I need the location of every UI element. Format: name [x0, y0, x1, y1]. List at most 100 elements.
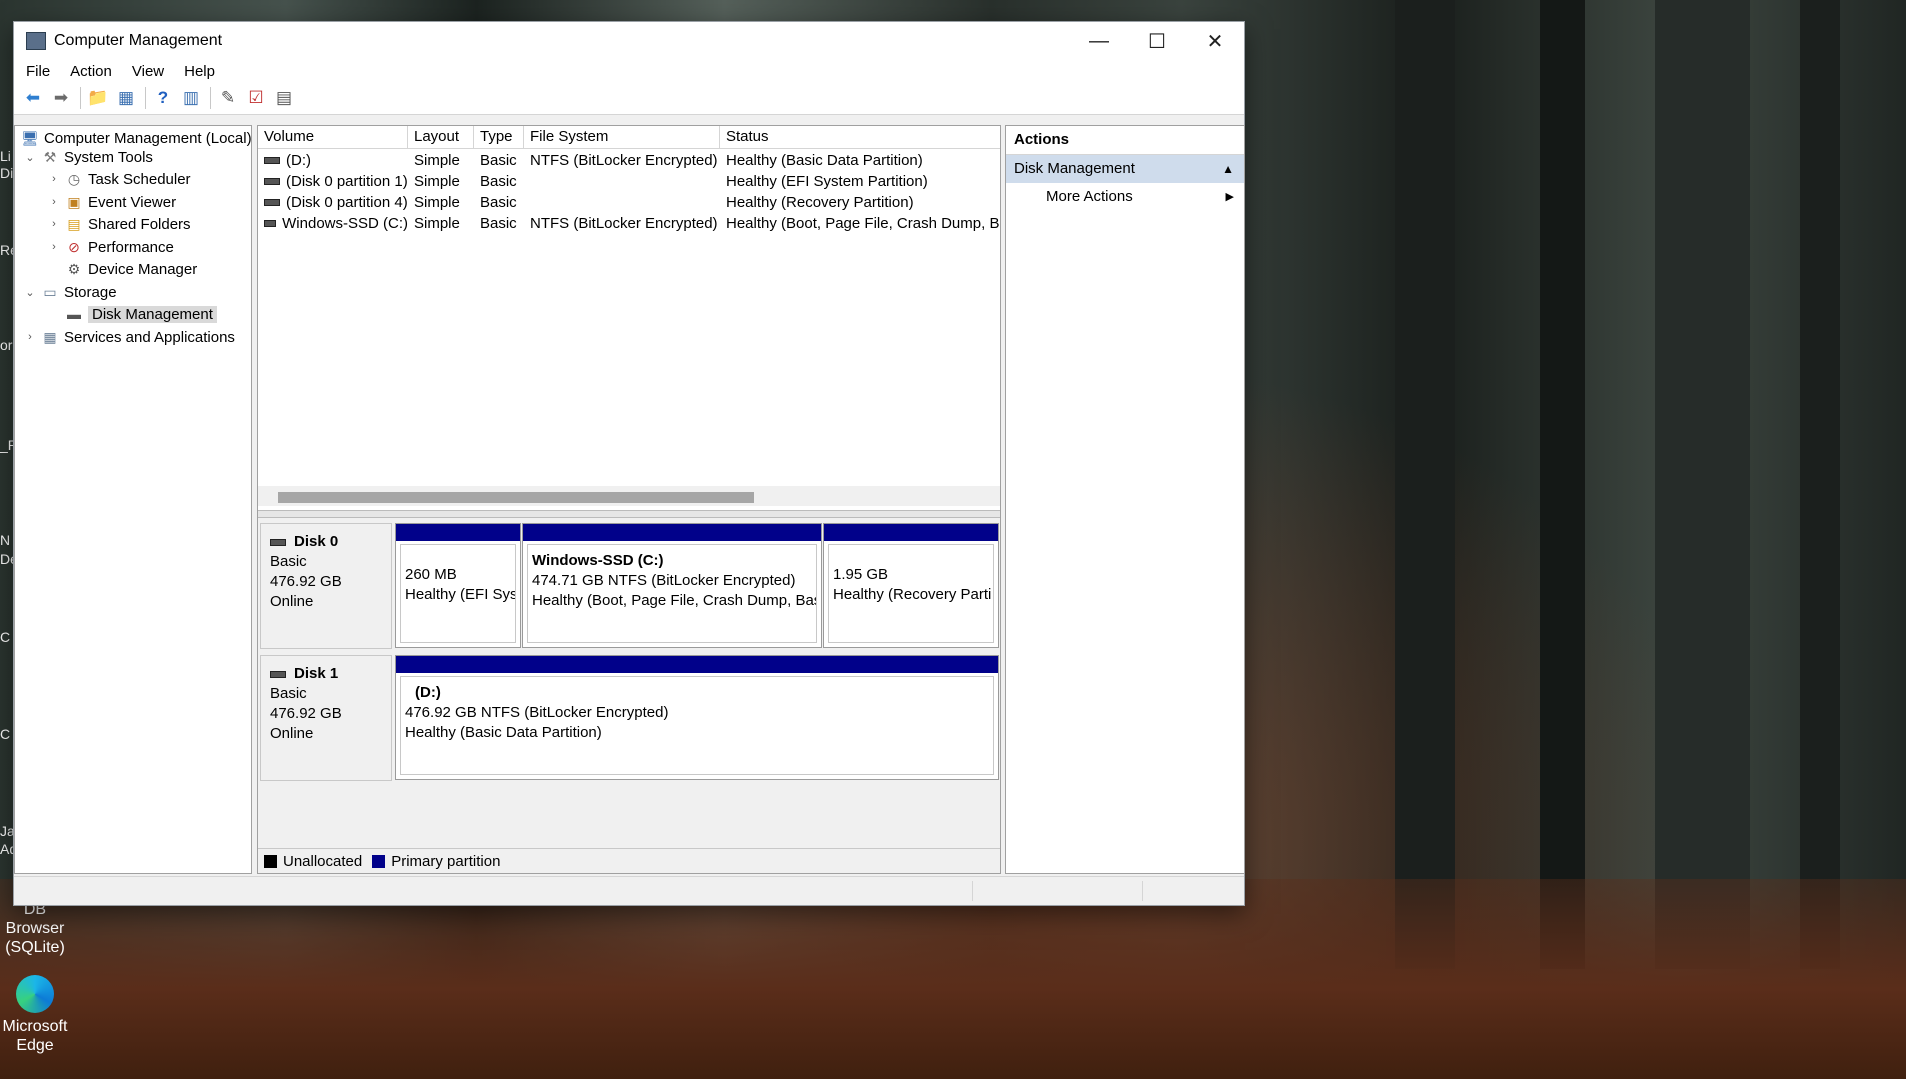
show-hide-action-pane-button[interactable]: ▥	[178, 86, 204, 110]
partition-status: Healthy (Recovery Parti	[833, 586, 992, 603]
services-icon: ▦	[43, 328, 57, 345]
disk-0-label[interactable]: Disk 0 Basic 476.92 GB Online	[260, 523, 392, 649]
menu-bar: File Action View Help	[14, 60, 1244, 82]
actions-header: Actions	[1006, 126, 1244, 155]
table-row[interactable]: (Disk 0 partition 1) Simple Basic Health…	[258, 171, 1000, 192]
back-button[interactable]: ⬅	[20, 86, 46, 110]
tree-item-shared-folders[interactable]: › ▤ Shared Folders	[47, 213, 190, 235]
disk-icon	[270, 538, 286, 546]
device-manager-icon: ⚙	[67, 260, 81, 277]
drive-icon	[264, 178, 280, 185]
partition-d-drive[interactable]: (D:) 476.92 GB NTFS (BitLocker Encrypted…	[395, 655, 999, 780]
tree-item-device-manager[interactable]: ⚙ Device Manager	[47, 258, 198, 280]
desktop-edge-text: Di	[0, 165, 14, 181]
tree-item-event-viewer[interactable]: › ▣ Event Viewer	[47, 191, 176, 213]
disk-title: Disk 0	[294, 533, 339, 550]
table-cell-type: Basic	[480, 194, 517, 211]
horizontal-scrollbar[interactable]	[258, 486, 1000, 506]
table-cell-status: Healthy (Boot, Page File, Crash Dump, Ba…	[726, 215, 1000, 232]
table-row[interactable]: Windows-SSD (C:) Simple Basic NTFS (BitL…	[258, 213, 1000, 234]
tree-item-system-tools[interactable]: ⌄ ⚒ System Tools	[23, 146, 153, 168]
partition-details: 1.95 GB Healthy (Recovery Parti	[828, 544, 994, 643]
legend-primary: Primary partition	[391, 852, 501, 870]
show-hide-tree-icon: ▦	[117, 88, 135, 107]
console-tree: 🖥 Computer Management (Local) ⌄ ⚒ System…	[14, 125, 252, 874]
column-header-type[interactable]: Type	[474, 126, 524, 148]
shared-folder-icon: ▤	[67, 215, 81, 232]
desktop-icon-edge[interactable]: Microsoft Edge	[0, 975, 70, 1055]
main-content: 🖥 Computer Management (Local) ⌄ ⚒ System…	[14, 125, 1245, 874]
chevron-down-icon[interactable]: ⌄	[23, 151, 37, 164]
comment-button[interactable]: ✎	[215, 86, 241, 110]
column-header-layout[interactable]: Layout	[408, 126, 474, 148]
table-cell-status: Healthy (EFI System Partition)	[726, 173, 928, 190]
actions-section-disk-management[interactable]: Disk Management ▲	[1006, 155, 1244, 183]
tree-trunk	[1540, 0, 1585, 969]
table-cell-volume: Windows-SSD (C:)	[258, 213, 408, 234]
tree-label: Computer Management (Local)	[44, 129, 252, 147]
title-bar[interactable]: Computer Management — ☐ ✕	[14, 22, 1244, 60]
forward-button[interactable]: ➡	[48, 86, 74, 110]
disk-1-label[interactable]: Disk 1 Basic 476.92 GB Online	[260, 655, 392, 781]
tree-item-services-applications[interactable]: › ▦ Services and Applications	[23, 326, 235, 348]
desktop-icon-db-browser[interactable]: DB Browser (SQLite)	[0, 900, 70, 957]
collapse-up-icon[interactable]: ▲	[1222, 155, 1234, 183]
tree-item-task-scheduler[interactable]: › ◷ Task Scheduler	[47, 168, 190, 190]
checklist-button[interactable]: ☑	[243, 86, 269, 110]
table-cell-layout: Simple	[414, 194, 460, 211]
show-hide-tree-button[interactable]: ▦	[113, 86, 139, 110]
partition-efi[interactable]: 260 MB Healthy (EFI Syst	[395, 523, 521, 648]
pane-splitter[interactable]	[258, 510, 1000, 518]
partition-windows-ssd[interactable]: Windows-SSD (C:) 474.71 GB NTFS (BitLock…	[522, 523, 822, 648]
tree-label: System Tools	[64, 148, 153, 166]
chevron-right-icon[interactable]: ›	[47, 218, 61, 230]
chevron-right-icon[interactable]: ›	[47, 173, 61, 185]
legend-unallocated: Unallocated	[283, 852, 363, 870]
disk-icon	[270, 670, 286, 678]
tree-item-disk-management[interactable]: ▬ Disk Management	[47, 303, 217, 325]
desktop-edge-text: or	[0, 337, 13, 353]
column-header-file-system[interactable]: File System	[524, 126, 720, 148]
properties-button[interactable]: ▤	[271, 86, 297, 110]
menu-action[interactable]: Action	[70, 63, 112, 80]
help-button[interactable]: ?	[150, 86, 176, 110]
maximize-button[interactable]: ☐	[1128, 22, 1186, 60]
tree-label: Disk Management	[88, 305, 217, 323]
status-bar	[14, 876, 1244, 905]
minimize-button[interactable]: —	[1070, 22, 1128, 60]
column-header-volume[interactable]: Volume	[258, 126, 408, 148]
primary-partition-bar	[396, 524, 520, 541]
volume-name: (Disk 0 partition 1)	[286, 173, 408, 190]
chevron-right-icon[interactable]: ›	[47, 196, 61, 208]
up-folder-button[interactable]: 📁	[85, 86, 111, 110]
unallocated-swatch	[264, 854, 277, 868]
chevron-right-icon[interactable]: ›	[23, 331, 37, 343]
tree-trunk	[1655, 0, 1750, 969]
partition-name: Windows-SSD (C:)	[532, 552, 664, 569]
edge-icon	[16, 975, 54, 1013]
action-more-actions[interactable]: More Actions ▶	[1006, 183, 1244, 211]
partition-details: 260 MB Healthy (EFI Syst	[400, 544, 516, 643]
tree-item-performance[interactable]: › ⊘ Performance	[47, 236, 174, 258]
primary-partition-bar	[396, 656, 998, 673]
tree-item-storage[interactable]: ⌄ ▭ Storage	[23, 281, 116, 303]
chevron-down-icon[interactable]: ⌄	[23, 286, 37, 299]
menu-file[interactable]: File	[26, 63, 50, 80]
table-cell-layout: Simple	[414, 215, 460, 232]
computer-management-icon	[26, 32, 46, 50]
status-divider	[972, 881, 973, 901]
window-controls: — ☐ ✕	[1070, 22, 1244, 60]
close-button[interactable]: ✕	[1186, 22, 1244, 60]
partition-recovery[interactable]: 1.95 GB Healthy (Recovery Parti	[823, 523, 999, 648]
table-row[interactable]: (Disk 0 partition 4) Simple Basic Health…	[258, 192, 1000, 213]
scrollbar-thumb[interactable]	[278, 492, 754, 503]
partition-status: Healthy (Basic Data Partition)	[405, 724, 602, 741]
column-header-status[interactable]: Status	[720, 126, 1000, 148]
chevron-right-icon[interactable]: ›	[47, 241, 61, 253]
menu-help[interactable]: Help	[184, 63, 215, 80]
table-row[interactable]: (D:) Simple Basic NTFS (BitLocker Encryp…	[258, 150, 1000, 171]
menu-view[interactable]: View	[132, 63, 164, 80]
toolbar-separator	[80, 87, 81, 109]
table-cell-file-system: NTFS (BitLocker Encrypted)	[530, 215, 718, 232]
desktop-edge-text: C	[0, 629, 11, 645]
